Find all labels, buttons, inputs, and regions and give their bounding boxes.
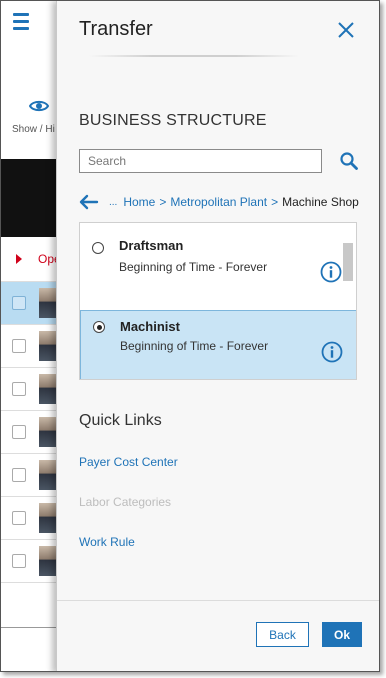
app-window: Show / Hi N Ope Transfer BUSINESS STRUCT… [0,0,380,672]
info-icon[interactable] [321,341,343,363]
background-app: Show / Hi N Ope [1,1,61,671]
item-name: Draftsman [119,238,184,253]
back-button[interactable]: Back [256,622,309,647]
info-icon[interactable] [320,261,342,283]
row-checkbox[interactable] [12,554,26,568]
row-checkbox[interactable] [12,511,26,525]
ok-button[interactable]: Ok [322,622,362,647]
business-structure-heading: BUSINESS STRUCTURE [79,112,267,129]
breadcrumb: ... Home > Metropolitan Plant > Machine … [79,193,359,211]
divider [1,627,61,628]
quick-link-payer-cost-center[interactable]: Payer Cost Center [79,455,178,469]
scrollbar-thumb[interactable] [343,243,353,281]
breadcrumb-ellipsis[interactable]: ... [109,197,117,208]
table-row[interactable] [1,368,61,411]
table-header: N [1,159,61,385]
business-structure-list: Draftsman Beginning of Time - Forever Ma… [79,222,357,380]
search-icon[interactable] [339,151,359,171]
radio-draftsman[interactable] [92,242,104,254]
item-range: Beginning of Time - Forever [119,260,268,274]
panel-title: Transfer [79,18,153,40]
table-row[interactable] [1,540,61,583]
breadcrumb-metropolitan-plant[interactable]: Metropolitan Plant [170,195,267,209]
item-name: Machinist [120,319,180,334]
row-checkbox[interactable] [12,382,26,396]
row-checkbox[interactable] [12,468,26,482]
hamburger-icon[interactable] [13,13,29,31]
quick-link-labor-categories: Labor Categories [79,495,172,509]
row-checkbox[interactable] [12,425,26,439]
table-row[interactable] [1,411,61,454]
list-item-draftsman[interactable]: Draftsman Beginning of Time - Forever [80,223,356,301]
breadcrumb-home[interactable]: Home [123,195,155,209]
close-icon[interactable] [336,20,356,40]
open-shift-row[interactable]: Ope [1,238,61,282]
expand-triangle-icon[interactable] [16,254,22,264]
eye-icon[interactable] [29,99,49,113]
transfer-panel: Transfer BUSINESS STRUCTURE ... Home > M… [56,1,379,671]
show-hide-label[interactable]: Show / Hi [12,124,55,135]
breadcrumb-current: Machine Shop [282,195,359,209]
quick-link-work-rule[interactable]: Work Rule [79,535,135,549]
radio-machinist[interactable] [93,321,105,333]
search-input[interactable] [79,149,322,173]
row-checkbox[interactable] [12,296,26,310]
breadcrumb-separator: > [159,195,167,209]
row-checkbox[interactable] [12,339,26,353]
divider [89,55,299,57]
list-item-machinist[interactable]: Machinist Beginning of Time - Forever [80,310,356,379]
divider [57,600,379,601]
quick-links-heading: Quick Links [79,412,162,429]
table-row[interactable] [1,497,61,540]
back-arrow-icon[interactable] [79,194,99,210]
table-row[interactable] [1,282,61,325]
breadcrumb-separator: > [271,195,279,209]
table-row[interactable] [1,454,61,497]
item-range: Beginning of Time - Forever [120,339,269,353]
table-row[interactable] [1,325,61,368]
